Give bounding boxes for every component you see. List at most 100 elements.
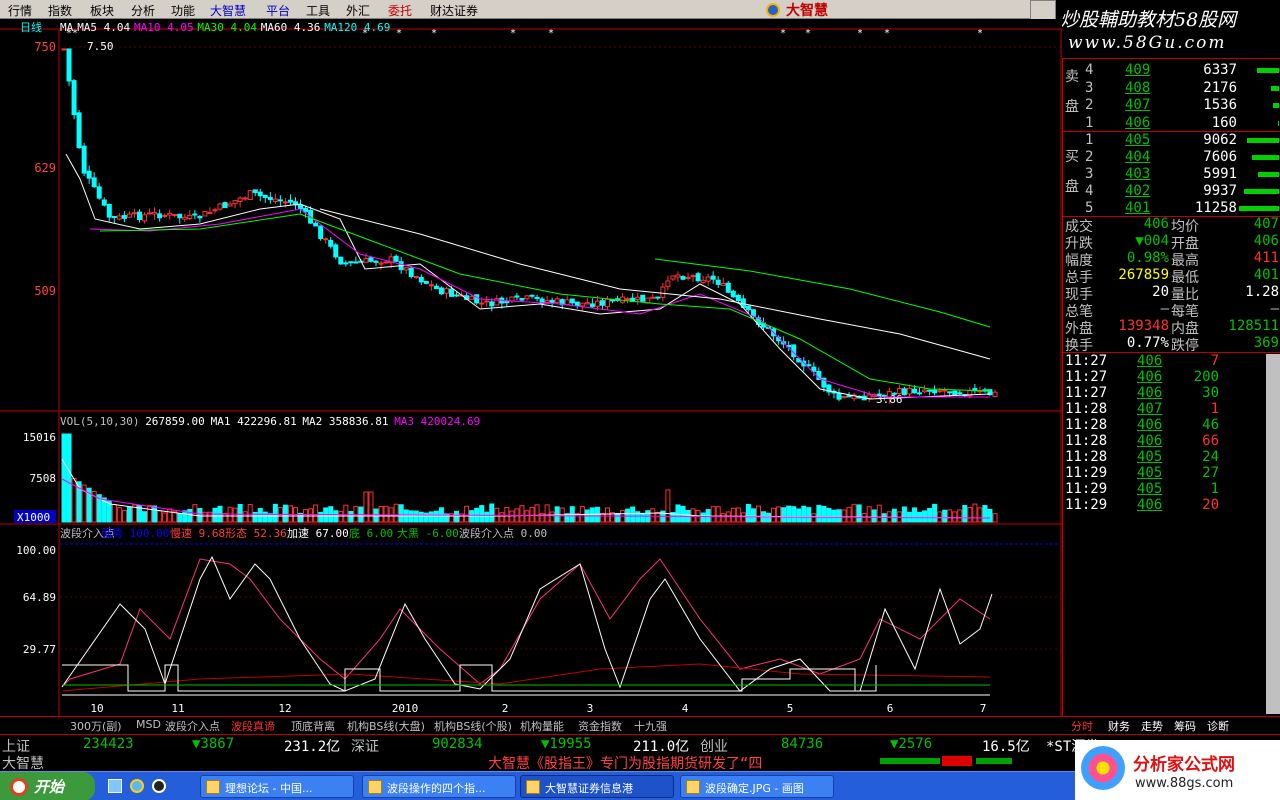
volume-bar — [61, 433, 67, 523]
signal-mark: * — [362, 28, 368, 39]
volume-bar — [776, 506, 782, 523]
sell-level-3[interactable]: 3 408 2176 — [1063, 80, 1280, 97]
candle — [152, 211, 158, 215]
taskbar-button-1[interactable]: 波段操作的四个指... — [362, 775, 516, 798]
menu-item-5[interactable]: 大智慧 — [210, 2, 246, 19]
buy-level-3[interactable]: 3 403 5991 — [1063, 166, 1280, 183]
candle — [685, 276, 691, 279]
indicator-tab-8[interactable]: 资金指数 — [578, 718, 622, 734]
tick-row: 11:28 406 66 — [1063, 433, 1280, 449]
desktop-icon[interactable] — [108, 779, 122, 793]
menu-item-10[interactable]: 财达证券 — [430, 2, 478, 19]
status-marquee[interactable]: 大智慧《股指王》专门为股指期货研发了“四 — [488, 753, 762, 773]
volume-bar — [962, 505, 968, 523]
start-label: 开始 — [34, 778, 65, 796]
price: 406 — [1125, 114, 1151, 131]
level: 4 — [1085, 62, 1094, 78]
menu-item-7[interactable]: 工具 — [306, 2, 330, 19]
candle — [142, 214, 148, 222]
ad-banner-bottom[interactable]: 分析家公式网 www.88gs.com — [1075, 740, 1280, 800]
volume-bar — [353, 505, 359, 523]
sell-level-1[interactable]: 1 406 160 — [1063, 115, 1280, 132]
volume-bar — [866, 506, 872, 523]
level: 1 — [1085, 132, 1094, 148]
candle — [957, 392, 963, 395]
kline-svg[interactable]: 日线 MA MA5 4.04 MA10 4.05 MA30 4.04 MA60 4.36 M… — [0, 19, 1062, 716]
taskbar-button-0[interactable]: 理想论坛 - 中国... — [200, 775, 354, 798]
candle — [579, 302, 585, 307]
vol-unit: X1000 — [17, 511, 50, 524]
ad-banner-top[interactable]: 炒股輔助教材58股网 www.58Gu.com — [1056, 0, 1280, 58]
stat-value: 407 — [1253, 216, 1279, 232]
panel-tab-1[interactable]: 财务 — [1108, 718, 1130, 734]
tick-time: 11:28 — [1065, 417, 1108, 433]
taskbar-button-label: 大智慧证券信息港 — [545, 782, 633, 795]
buy-level-4[interactable]: 4 402 9937 — [1063, 183, 1280, 200]
indicator-tab-6[interactable]: 机构BS线(个股) — [434, 718, 512, 734]
kline-chart-area[interactable]: 日线 MA MA5 4.04 MA10 4.05 MA30 4.04 MA60 4.36 M… — [0, 19, 1062, 716]
candle — [836, 392, 842, 400]
indicator-tab-7[interactable]: 机构量能 — [520, 718, 564, 734]
indicator-tab-5[interactable]: 机构BS线(大盘) — [347, 718, 425, 734]
stat-value: ▼004 — [1135, 233, 1169, 249]
menu-item-4[interactable]: 功能 — [171, 2, 195, 19]
menu-item-2[interactable]: 板块 — [90, 2, 114, 19]
volume-bar — [454, 510, 460, 523]
buy-level-1[interactable]: 1 405 9062 — [1063, 132, 1280, 149]
buy-level-2[interactable]: 2 404 7606 — [1063, 149, 1280, 166]
volume-bar — [398, 504, 404, 523]
candle — [323, 238, 329, 241]
candle — [136, 211, 142, 221]
sell-level-4[interactable]: 4 409 6337 — [1063, 62, 1280, 79]
tick-volume: 200 — [1193, 369, 1219, 385]
signal-mark: * — [431, 28, 437, 39]
panel-tab-2[interactable]: 走势 — [1141, 718, 1163, 734]
indicator-tab-9[interactable]: 十九强 — [634, 718, 667, 734]
panel-tab-0[interactable]: 分时 — [1071, 718, 1093, 734]
menu-item-1[interactable]: 指数 — [48, 2, 72, 19]
candle — [660, 286, 666, 298]
level: 2 — [1085, 97, 1094, 113]
menu-item-0[interactable]: 行情 — [8, 2, 32, 19]
volume-bar — [489, 503, 495, 523]
indicator-tab-3[interactable]: 波段真谛 — [231, 718, 275, 735]
taskbar-button-3[interactable]: 波段确定.JPG - 画图 — [680, 775, 834, 798]
sell-level-2[interactable]: 2 407 1536 — [1063, 97, 1280, 114]
menu-item-8[interactable]: 外汇 — [346, 2, 370, 19]
ma10-line — [89, 208, 990, 398]
volume-bar — [977, 507, 983, 523]
indicator-tab-1[interactable]: MSD — [136, 718, 161, 731]
menu-item-6[interactable]: 平台 — [266, 2, 290, 19]
panel-tab-4[interactable]: 诊断 — [1207, 718, 1229, 734]
qq-icon[interactable] — [152, 779, 166, 793]
ad-bottom-url: www.88gs.com — [1135, 776, 1234, 791]
candle — [720, 282, 726, 287]
volume-bar — [308, 508, 314, 523]
candle — [841, 396, 847, 399]
volume-bar — [987, 508, 993, 523]
candle — [906, 387, 912, 395]
status-indicator-bars — [880, 756, 1060, 766]
indicator-tab-2[interactable]: 波段介入点 — [165, 718, 220, 734]
app-icon — [526, 780, 540, 794]
candle — [469, 295, 475, 300]
indicator-tab-0[interactable]: 300万(副) — [70, 718, 122, 734]
taskbar-button-2[interactable]: 大智慧证券信息港 — [520, 775, 674, 798]
stat-value: 411 — [1253, 250, 1279, 266]
volume-bar — [167, 508, 173, 523]
stat-row-3: 总手 267859 最低 401 — [1063, 267, 1280, 286]
volume-bar — [856, 504, 862, 523]
ad-bottom-title: 分析家公式网 — [1133, 755, 1235, 775]
ie-icon[interactable] — [130, 779, 144, 793]
buy-level-5[interactable]: 5 401 11258 — [1063, 200, 1280, 217]
volume-bar — [932, 503, 938, 523]
menu-item-9[interactable]: 委托 — [388, 2, 412, 19]
start-button[interactable]: 开始 — [0, 772, 95, 800]
tick-row: 11:28 406 46 — [1063, 417, 1280, 433]
tick-scrollbar[interactable] — [1266, 354, 1280, 714]
candle — [605, 298, 611, 307]
menu-item-3[interactable]: 分析 — [131, 2, 155, 19]
indicator-tab-4[interactable]: 顶底背离 — [291, 718, 335, 734]
panel-tab-3[interactable]: 筹码 — [1174, 718, 1196, 734]
level: 1 — [1085, 114, 1094, 131]
